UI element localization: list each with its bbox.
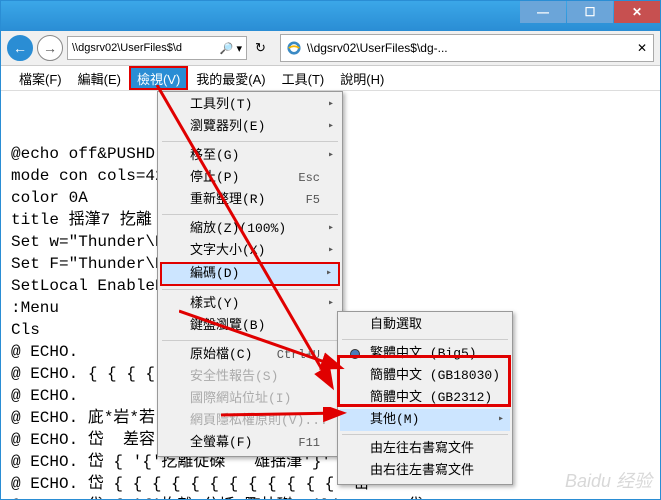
address-field[interactable]: \\dgsrv02\UserFiles$\d 🔎 ▾ xyxy=(67,36,247,60)
menu-item[interactable]: 文字大小(X) xyxy=(160,240,340,262)
menu-item[interactable]: 原始檔(C)Ctrl+U xyxy=(160,344,340,366)
menu-item[interactable]: 停止(P)Esc xyxy=(160,167,340,189)
menu-item[interactable]: 移至(G) xyxy=(160,145,340,167)
address-text: \\dgsrv02\UserFiles$\d xyxy=(72,42,182,54)
submenu-item[interactable]: 簡體中文 (GB2312) xyxy=(340,387,510,409)
titlebar: — ☐ ✕ xyxy=(1,1,660,31)
menu-item[interactable]: 工具列(T) xyxy=(160,94,340,116)
submenu-item[interactable]: 簡體中文 (GB18030) xyxy=(340,365,510,387)
menu-help[interactable]: 說明(H) xyxy=(332,66,392,90)
ie-icon xyxy=(287,41,301,55)
submenu-item[interactable]: 其他(M) xyxy=(340,409,510,431)
submenu-item[interactable]: 由右往左書寫文件 xyxy=(340,460,510,482)
address-bar: ← → \\dgsrv02\UserFiles$\d 🔎 ▾ ↻ \\dgsrv… xyxy=(1,31,660,66)
menu-item: 網頁隱私權原則(V)... xyxy=(160,410,340,432)
encoding-submenu: 自動選取繁體中文 (Big5)簡體中文 (GB18030)簡體中文 (GB231… xyxy=(337,311,513,485)
tab-label: \\dgsrv02\UserFiles$\dg-... xyxy=(307,41,448,55)
submenu-item[interactable]: 由左往右書寫文件 xyxy=(340,438,510,460)
content-area: @echo off&PUSHD mode con cols=42 color 0… xyxy=(1,91,660,500)
search-icon[interactable]: 🔎 ▾ xyxy=(220,42,242,55)
menu-edit[interactable]: 編輯(E) xyxy=(70,66,129,90)
menu-item[interactable]: 樣式(Y) xyxy=(160,293,340,315)
menu-bar: 檔案(F) 編輯(E) 檢視(V) 我的最愛(A) 工具(T) 說明(H) xyxy=(1,66,660,91)
menu-tools[interactable]: 工具(T) xyxy=(274,66,333,90)
menu-favorites[interactable]: 我的最愛(A) xyxy=(188,66,273,90)
menu-item: 國際網站位址(I) xyxy=(160,388,340,410)
menu-view[interactable]: 檢視(V) xyxy=(129,66,188,90)
menu-item[interactable]: 縮放(Z)(100%) xyxy=(160,218,340,240)
menu-item[interactable]: 編碼(D) xyxy=(160,262,340,286)
refresh-button[interactable]: ↻ xyxy=(251,40,270,56)
back-button[interactable]: ← xyxy=(7,35,33,61)
menu-item[interactable]: 重新整理(R)F5 xyxy=(160,189,340,211)
menu-item[interactable]: 鍵盤瀏覽(B) xyxy=(160,315,340,337)
menu-file[interactable]: 檔案(F) xyxy=(11,66,70,90)
menu-item: 安全性報告(S) xyxy=(160,366,340,388)
submenu-item[interactable]: 自動選取 xyxy=(340,314,510,336)
window: — ☐ ✕ ← → \\dgsrv02\UserFiles$\d 🔎 ▾ ↻ \… xyxy=(0,0,661,500)
maximize-button[interactable]: ☐ xyxy=(567,1,613,23)
browser-tab[interactable]: \\dgsrv02\UserFiles$\dg-... ✕ xyxy=(280,34,654,62)
forward-button[interactable]: → xyxy=(37,35,63,61)
view-menu-dropdown: 工具列(T)瀏覽器列(E) 移至(G)停止(P)Esc重新整理(R)F5 縮放(Z)… xyxy=(157,91,343,457)
window-controls: — ☐ ✕ xyxy=(520,1,660,23)
minimize-button[interactable]: — xyxy=(520,1,566,23)
watermark: Baidu 经验 xyxy=(565,467,652,493)
submenu-item[interactable]: 繁體中文 (Big5) xyxy=(340,343,510,365)
menu-item[interactable]: 全螢幕(F)F11 xyxy=(160,432,340,454)
menu-item[interactable]: 瀏覽器列(E) xyxy=(160,116,340,138)
close-button[interactable]: ✕ xyxy=(614,1,660,23)
tab-close-icon[interactable]: ✕ xyxy=(637,41,647,55)
